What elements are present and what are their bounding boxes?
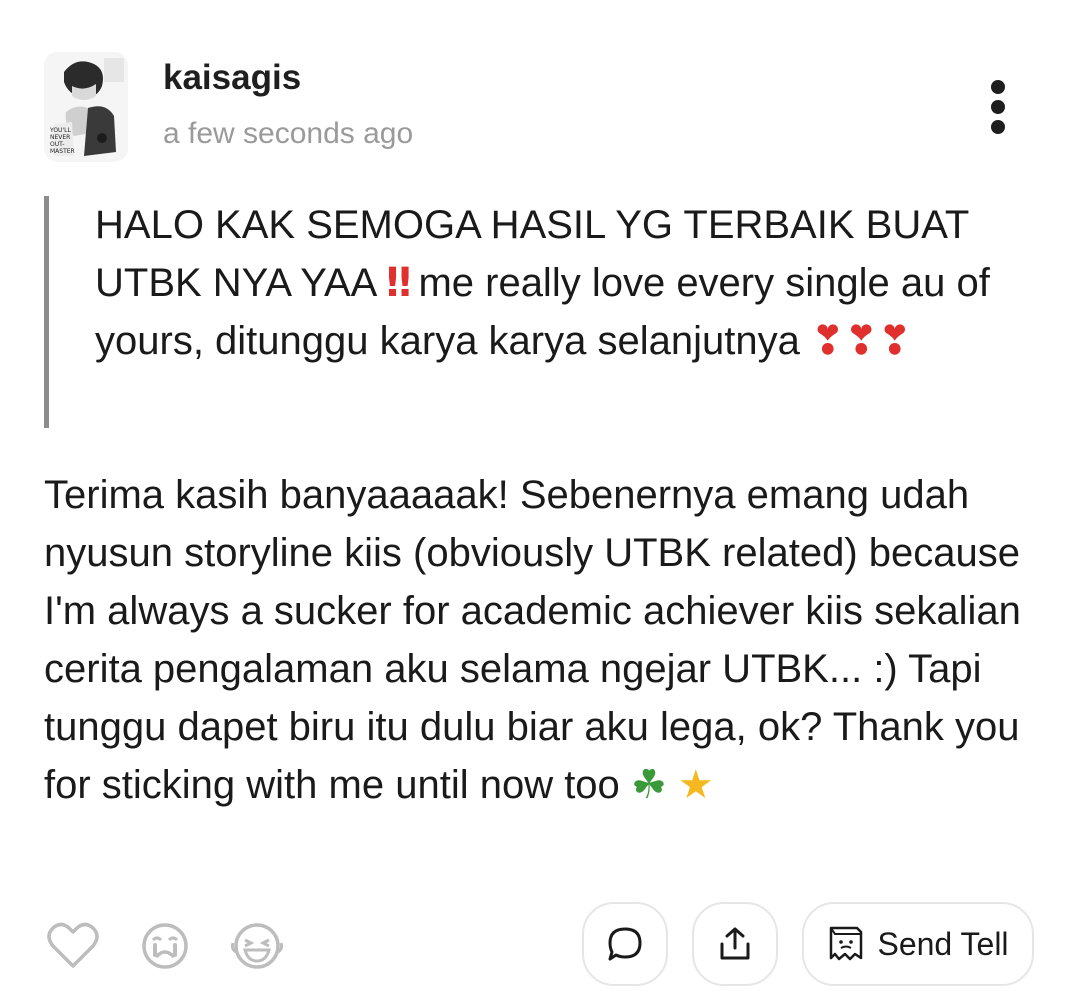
laugh-reaction-button[interactable] [228, 917, 286, 975]
timestamp: a few seconds ago [163, 117, 414, 150]
sad-reaction-button[interactable] [136, 917, 194, 975]
comment-bubble-icon [608, 927, 642, 961]
laughing-face-icon [230, 923, 284, 969]
svg-text:MASTER: MASTER [50, 148, 75, 155]
avatar-image: YOU'LL NEVER OUT- MASTER [44, 52, 128, 162]
double-exclamation-icon: ‼ [386, 260, 411, 306]
username[interactable]: kaisagis [163, 56, 301, 100]
more-options-button[interactable] [968, 72, 1028, 142]
send-tell-button[interactable]: Send Tell [802, 902, 1034, 986]
more-dot-icon [991, 120, 1005, 134]
send-tell-label: Send Tell [877, 925, 1009, 962]
more-dot-icon [991, 100, 1005, 114]
ghost-note-icon [830, 926, 863, 961]
question-quote: HALO KAK SEMOGA HASIL YG TERBAIK BUAT UT… [44, 196, 1004, 428]
action-buttons: Send Tell [582, 902, 1034, 986]
answer-text: Terima kasih banyaaaaak! Sebenernya eman… [44, 473, 1021, 808]
question-text: HALO KAK SEMOGA HASIL YG TERBAIK BUAT UT… [95, 203, 990, 364]
share-button[interactable] [692, 902, 778, 986]
svg-text:OUT-: OUT- [50, 141, 64, 148]
heart-exclamation-icon: ❣❣❣ [810, 318, 912, 364]
like-button[interactable] [44, 917, 102, 975]
avatar[interactable]: YOU'LL NEVER OUT- MASTER [44, 52, 128, 162]
svg-text:NEVER: NEVER [50, 134, 70, 141]
heart-outline-icon [47, 922, 99, 968]
crying-face-icon [142, 923, 188, 969]
more-dot-icon [991, 80, 1005, 94]
star-icon: ★ [677, 762, 714, 808]
svg-text:YOU'LL: YOU'LL [49, 127, 71, 134]
share-upload-icon [720, 927, 750, 960]
four-leaf-clover-icon: ☘ [630, 762, 667, 808]
comment-button[interactable] [582, 902, 668, 986]
reaction-bar [44, 912, 286, 980]
